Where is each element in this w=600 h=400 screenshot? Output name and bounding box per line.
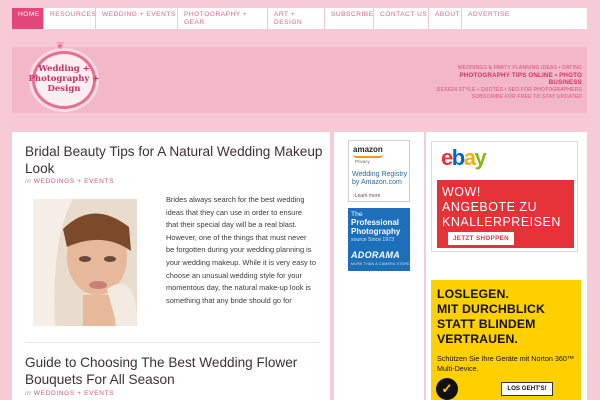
nav-contact-us[interactable]: Contact Us [374, 8, 429, 29]
norton-ad-headline: STATT BLINDEM [437, 317, 536, 331]
post-category-link[interactable]: Weddings + Events [34, 178, 114, 185]
adorama-ad-headline: Professional Photography [351, 218, 401, 236]
logo-text-line: Photography + [28, 74, 100, 84]
post-title-link[interactable]: Guide to Choosing The Best Wedding Flowe… [25, 354, 325, 388]
tagline-subscribe[interactable]: Subscribe for free to stay updated [432, 94, 582, 101]
header-tagline: Weddings & Party Planning Ideas • Dating… [432, 65, 582, 101]
adorama-ad-text: source Since 1973 [351, 237, 394, 243]
ebay-logo: ebay [441, 145, 487, 171]
site-header: ❦ Wedding + Photography + Design Wedding… [12, 29, 587, 130]
main-nav: Home Resources Wedding + Events Photogra… [12, 8, 587, 29]
norton-ad-subtext: Schützen Sie Ihre Geräte mit Norton 360™… [437, 354, 575, 373]
norton-ad[interactable]: LOSLEGEN. MIT DURCHBLICK STATT BLINDEM V… [431, 280, 581, 400]
nav-photography-gear[interactable]: Photography + Gear [178, 8, 268, 29]
nav-resources[interactable]: Resources [44, 8, 96, 29]
nav-about[interactable]: About [429, 8, 462, 29]
ebay-ad[interactable]: ebay WOW! ANGEBOTE ZU KNALLERPREISEN JET… [431, 141, 578, 252]
site-logo[interactable]: ❦ Wedding + Photography + Design [28, 37, 100, 117]
ebay-shop-button[interactable]: JETZT SHOPPEN [448, 232, 514, 245]
tagline-line: Design Style • Quotes • SEO for Photogra… [436, 86, 582, 93]
ebay-ad-headline: WOW! [442, 185, 481, 199]
nav-home[interactable]: Home [12, 8, 44, 29]
nav-wedding-events[interactable]: Wedding + Events [96, 8, 178, 29]
post-excerpt: Brides always search for the best weddin… [166, 195, 316, 305]
ebay-ad-headline: KNALLERPREISEN [442, 215, 561, 229]
norton-ad-headline: MIT DURCHBLICK [437, 302, 545, 316]
post-category-link[interactable]: Weddings + Events [34, 390, 114, 397]
nav-subscribe[interactable]: Subscribe [325, 8, 374, 29]
main-content: Bridal Beauty Tips for A Natural Wedding… [12, 132, 330, 400]
norton-ad-headline: LOSLEGEN. [437, 287, 509, 301]
logo-text-line: Wedding + [38, 64, 90, 74]
amazon-smile-icon [353, 154, 383, 158]
norton-cta-button[interactable]: LOS GEHT'S! [501, 382, 553, 396]
ebay-ad-headline: ANGEBOTE ZU [442, 200, 538, 214]
adorama-ad[interactable]: The Professional Photography source Sinc… [348, 208, 410, 271]
norton-check-icon: ✓ [436, 378, 458, 400]
amazon-ad[interactable]: amazon Privacy Wedding Registry by Amazo… [348, 140, 410, 202]
tagline-line: Photography Tips Online • Photo Business [459, 72, 582, 87]
right-sidebar: ebay WOW! ANGEBOTE ZU KNALLERPREISEN JET… [426, 132, 587, 400]
amazon-learn-more-link[interactable]: ›Learn more [353, 193, 380, 199]
adorama-logo: ADORAMA [351, 250, 401, 260]
amazon-ad-text: Wedding Registry by Amazon.com [352, 171, 408, 186]
post-title-link[interactable]: Bridal Beauty Tips for A Natural Wedding… [25, 143, 325, 177]
adorama-ad-text: The [351, 211, 363, 218]
nav-art-design[interactable]: Art + Design [268, 8, 325, 29]
norton-ad-headline: VERTRAUEN. [437, 332, 518, 346]
post-meta: in Weddings + Events [25, 178, 114, 185]
logo-text-line: Design [47, 84, 81, 94]
middle-sidebar: amazon Privacy Wedding Registry by Amazo… [334, 132, 424, 400]
ebay-logo-letter: b [451, 145, 465, 170]
adorama-slogan: MORE THAN A CAMERA STORE [351, 262, 410, 266]
nav-advertise[interactable]: Advertise [462, 8, 512, 29]
ebay-logo-letter: e [441, 145, 453, 170]
ebay-logo-letter: y [474, 145, 486, 170]
amazon-privacy-link[interactable]: Privacy [355, 159, 370, 164]
post-meta: in Weddings + Events [25, 390, 114, 397]
post-thumbnail[interactable] [33, 199, 137, 326]
post-divider [25, 342, 320, 343]
bird-icon: ❦ [56, 41, 65, 52]
post-meta-prefix: in [25, 178, 32, 185]
amazon-logo: amazon [353, 145, 383, 154]
tagline-line: Weddings & Party Planning Ideas • Dating [457, 65, 582, 71]
ebay-logo-letter: a [463, 145, 476, 170]
post-meta-prefix: in [25, 390, 32, 397]
